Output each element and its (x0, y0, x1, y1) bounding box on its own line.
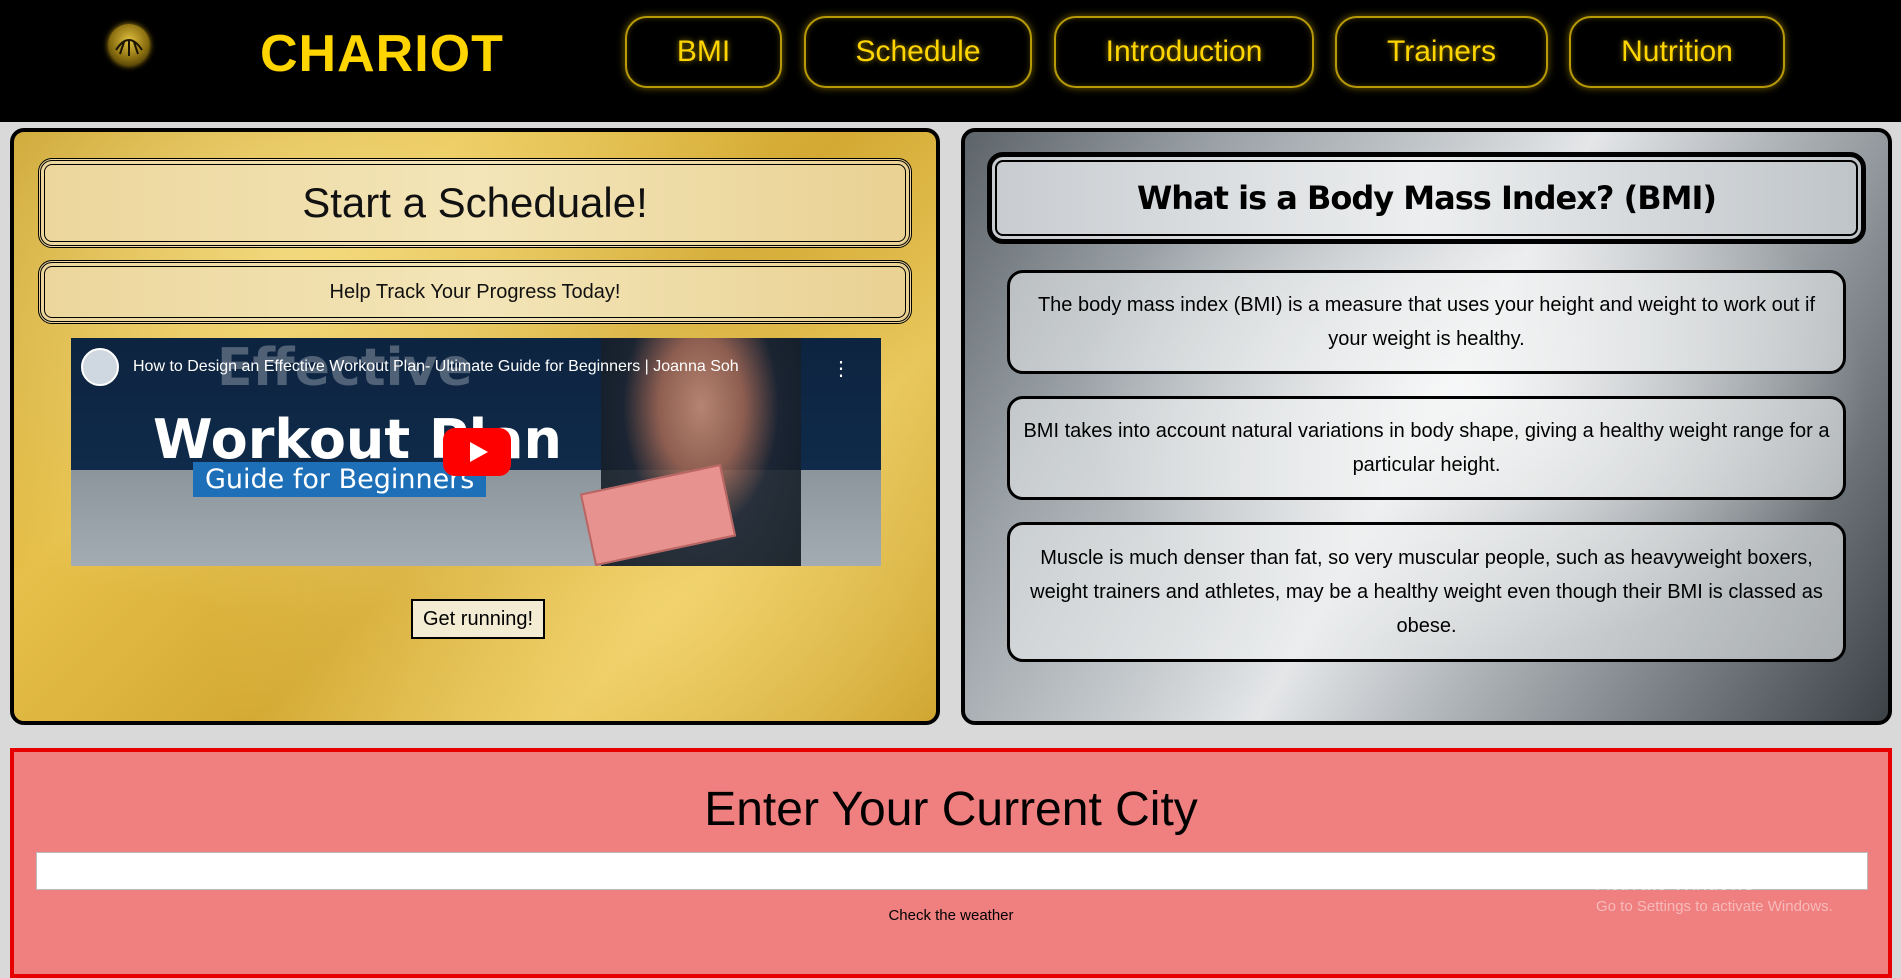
activate-windows-text: Activate Windows (1596, 873, 1754, 895)
bmi-paragraph-2: BMI takes into account natural variation… (1007, 396, 1846, 500)
video-embed[interactable]: Effective How to Design an Effective Wor… (71, 338, 881, 566)
bmi-paragraph-3: Muscle is much denser than fat, so very … (1007, 522, 1846, 662)
schedule-title: Start a Scheduale! (38, 158, 912, 248)
nav-nutrition-button[interactable]: Nutrition (1569, 16, 1785, 88)
activate-windows-subtext: Go to Settings to activate Windows. (1596, 898, 1833, 915)
city-input[interactable] (36, 852, 1868, 890)
bmi-paragraph-1: The body mass index (BMI) is a measure t… (1007, 270, 1846, 374)
schedule-subtitle: Help Track Your Progress Today! (38, 260, 912, 324)
channel-avatar-icon[interactable] (81, 348, 119, 386)
schedule-panel: Start a Scheduale! Help Track Your Progr… (10, 128, 940, 725)
logo-icon[interactable] (108, 24, 150, 66)
weather-title: Enter Your Current City (704, 783, 1198, 836)
site-header: CHARIOT BMI Schedule Introduction Traine… (0, 0, 1901, 122)
get-running-button[interactable]: Get running! (411, 599, 546, 639)
nav-trainers-button[interactable]: Trainers (1335, 16, 1548, 88)
brand-title[interactable]: CHARIOT (260, 24, 504, 84)
nav-schedule-button[interactable]: Schedule (804, 16, 1032, 88)
nav-bmi-button[interactable]: BMI (625, 16, 782, 88)
play-button-icon[interactable] (443, 428, 511, 476)
bmi-title: What is a Body Mass Index? (BMI) (987, 152, 1866, 244)
video-title[interactable]: How to Design an Effective Workout Plan-… (133, 358, 739, 376)
bmi-panel: What is a Body Mass Index? (BMI) The bod… (961, 128, 1892, 725)
more-options-icon[interactable]: ⋮ (831, 356, 851, 381)
weather-section: Enter Your Current City Check the weathe… (10, 748, 1892, 978)
nav-introduction-button[interactable]: Introduction (1054, 16, 1314, 88)
video-thumbnail-subheading: Guide for Beginners (193, 462, 487, 497)
